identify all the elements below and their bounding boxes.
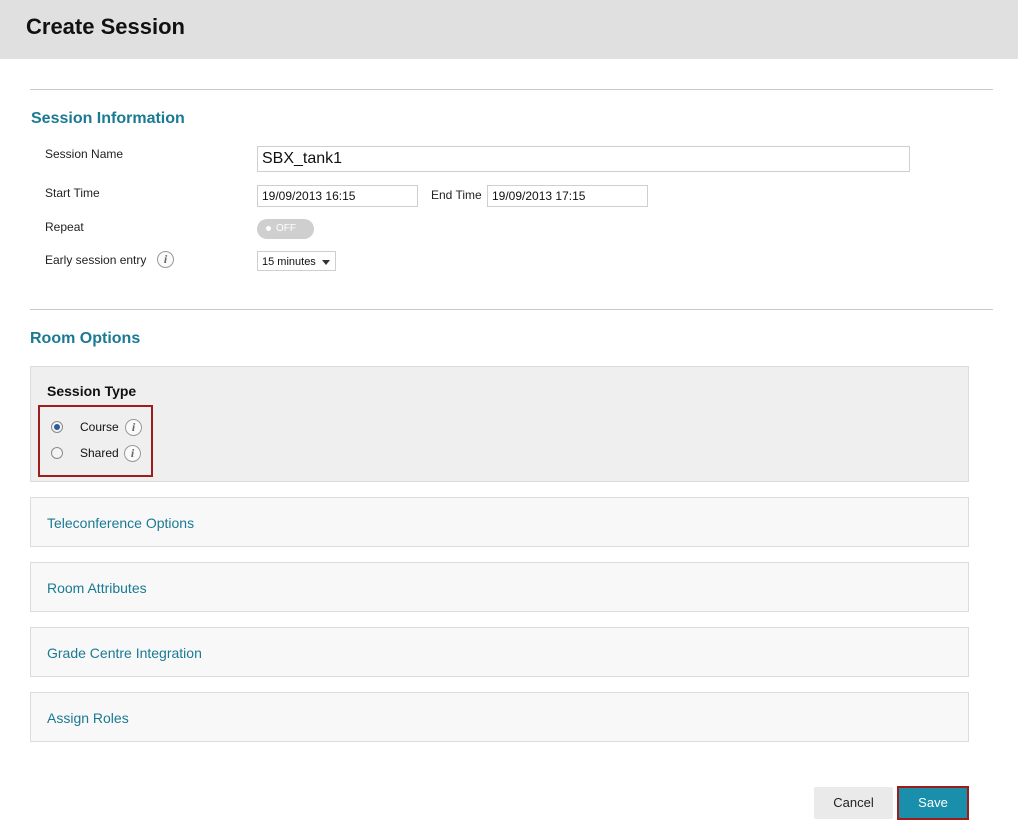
end-time-label: End Time	[431, 188, 482, 202]
session-type-heading: Session Type	[47, 383, 137, 399]
room-options-heading: Room Options	[30, 330, 141, 347]
grade-centre-integration-accordion[interactable]: Grade Centre Integration	[30, 627, 969, 677]
assign-roles-accordion[interactable]: Assign Roles	[30, 692, 969, 742]
divider	[30, 309, 993, 310]
session-name-input[interactable]	[257, 146, 910, 172]
session-name-label: Session Name	[45, 147, 124, 161]
repeat-toggle[interactable]: OFF	[257, 219, 314, 239]
course-label: Course	[80, 420, 119, 434]
accordion-label: Grade Centre Integration	[47, 645, 202, 661]
early-session-entry-label: Early session entry	[45, 253, 147, 267]
info-icon[interactable]: i	[157, 251, 174, 268]
save-button[interactable]: Save	[897, 786, 969, 820]
page-header: Create Session	[0, 0, 1018, 59]
chevron-down-icon	[322, 260, 330, 265]
accordion-label: Room Attributes	[47, 580, 147, 596]
repeat-label: Repeat	[45, 220, 84, 234]
shared-label: Shared	[80, 446, 119, 460]
session-type-highlight	[38, 405, 153, 477]
session-type-panel	[30, 366, 969, 482]
early-session-entry-value: 15 minutes	[262, 256, 316, 268]
start-time-input[interactable]	[257, 185, 418, 207]
toggle-knob	[266, 226, 271, 231]
start-time-label: Start Time	[45, 186, 100, 200]
divider	[30, 89, 993, 90]
room-attributes-accordion[interactable]: Room Attributes	[30, 562, 969, 612]
cancel-button[interactable]: Cancel	[814, 787, 893, 819]
info-icon[interactable]: i	[125, 419, 142, 436]
accordion-label: Teleconference Options	[47, 515, 195, 531]
info-icon[interactable]: i	[124, 445, 141, 462]
early-session-entry-select[interactable]: 15 minutes	[257, 251, 336, 271]
repeat-toggle-state: OFF	[276, 223, 296, 234]
teleconference-options-accordion[interactable]: Teleconference Options	[30, 497, 969, 547]
end-time-input[interactable]	[487, 185, 648, 207]
session-information-heading: Session Information	[31, 110, 185, 127]
course-radio[interactable]	[51, 421, 63, 433]
accordion-label: Assign Roles	[47, 710, 129, 726]
page-title: Create Session	[26, 14, 185, 39]
shared-radio[interactable]	[51, 447, 63, 459]
